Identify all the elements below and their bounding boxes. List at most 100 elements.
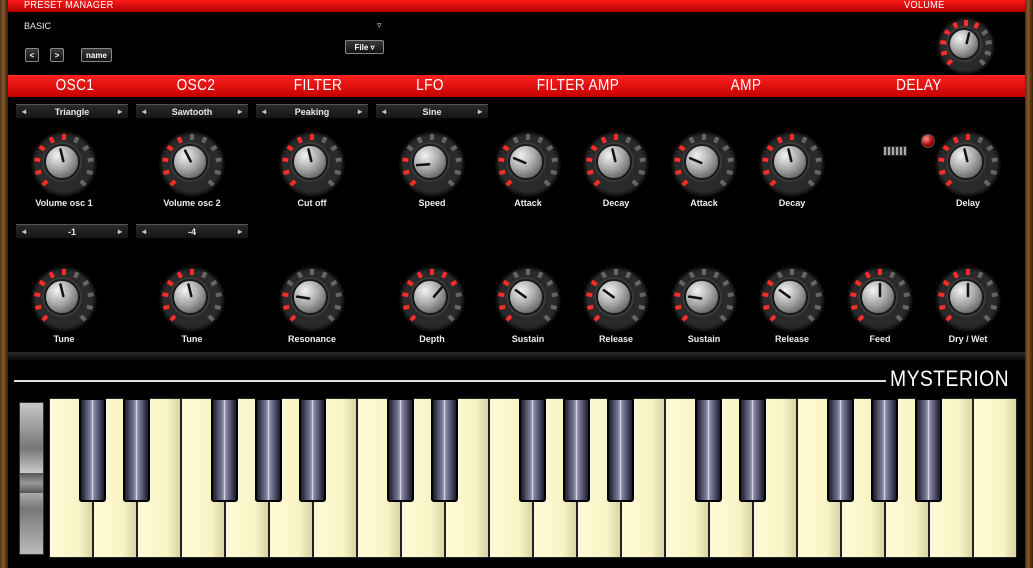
preset-name[interactable]: BASIC — [24, 21, 51, 31]
arrow-left-icon[interactable]: ◂ — [22, 227, 26, 236]
arrow-right-icon[interactable]: ▸ — [118, 227, 122, 236]
filter-release-knob[interactable] — [583, 266, 649, 332]
black-key[interactable] — [739, 398, 766, 502]
white-key[interactable] — [973, 398, 1017, 558]
volume-osc1-label: Volume osc 1 — [35, 198, 93, 208]
black-key[interactable] — [79, 398, 106, 502]
amp-release-knob[interactable] — [759, 266, 825, 332]
amp-attack-knob[interactable] — [671, 131, 737, 197]
black-key[interactable] — [871, 398, 898, 502]
delay-time-knob[interactable] — [935, 131, 1001, 197]
delay-led-indicator[interactable] — [921, 134, 935, 148]
filter-type-selector[interactable]: ◂ Peaking ▸ — [256, 104, 368, 118]
file-menu-button[interactable]: File ▿ — [345, 40, 384, 54]
knob-pointer — [183, 149, 192, 163]
lfo-depth-knob[interactable] — [399, 266, 465, 332]
section-osc2: OSC2 — [176, 77, 216, 94]
arrow-left-icon[interactable]: ◂ — [142, 227, 146, 236]
filter-type-value: Peaking — [294, 106, 330, 117]
knob-pointer-line — [778, 288, 791, 299]
osc2-tune-label: Tune — [181, 334, 203, 344]
lfo-speed-knob[interactable] — [399, 131, 465, 197]
resonance-label: Resonance — [287, 334, 337, 344]
volume-osc1-knob[interactable] — [31, 131, 97, 197]
osc1-tune-label: Tune — [53, 334, 75, 344]
pitch-wheel-grip[interactable] — [20, 473, 43, 493]
knob-pointer — [295, 295, 311, 300]
lfo-depth-label: Depth — [419, 334, 445, 344]
osc2-wave-value: Sawtooth — [171, 106, 213, 117]
amp-sustain-label: Sustain — [687, 334, 721, 344]
black-key[interactable] — [387, 398, 414, 502]
filter-sustain-knob[interactable] — [495, 266, 561, 332]
black-key[interactable] — [915, 398, 942, 502]
black-key[interactable] — [827, 398, 854, 502]
arrow-left-icon[interactable]: ◂ — [142, 107, 146, 116]
arrow-right-icon[interactable]: ▸ — [118, 107, 122, 116]
black-key[interactable] — [695, 398, 722, 502]
filter-attack-knob[interactable] — [495, 131, 561, 197]
arrow-right-icon[interactable]: ▸ — [238, 227, 242, 236]
next-preset-button[interactable]: > — [50, 48, 64, 62]
black-key[interactable] — [123, 398, 150, 502]
delay-sync-switch[interactable] — [883, 146, 907, 156]
piano-keyboard — [49, 398, 1024, 558]
black-key[interactable] — [299, 398, 326, 502]
delay-dry-wet-label: Dry / Wet — [948, 334, 988, 344]
knob-pointer-line — [687, 295, 703, 300]
brand-logo: MYSTERION — [890, 366, 1010, 391]
arrow-right-icon[interactable]: ▸ — [478, 107, 482, 116]
knob-pointer-line — [611, 148, 617, 163]
lfo-wave-selector[interactable]: ◂ Sine ▸ — [376, 104, 488, 118]
prev-preset-button[interactable]: < — [25, 48, 39, 62]
filter-decay-knob[interactable] — [583, 131, 649, 197]
brand-line — [14, 380, 886, 382]
arrow-left-icon[interactable]: ◂ — [382, 107, 386, 116]
knob-pointer-line — [514, 288, 527, 299]
knob-pointer-line — [965, 32, 971, 45]
black-key[interactable] — [211, 398, 238, 502]
osc1-tune-value: -1 — [67, 226, 76, 237]
black-key[interactable] — [255, 398, 282, 502]
master-volume-knob[interactable] — [937, 17, 995, 75]
knob-pointer-line — [787, 148, 793, 163]
volume-title: VOLUME — [904, 0, 945, 11]
delay-feed-knob[interactable] — [847, 266, 913, 332]
knob-pointer — [59, 283, 65, 298]
black-key[interactable] — [519, 398, 546, 502]
knob-pointer-line — [602, 288, 615, 299]
arrow-right-icon[interactable]: ▸ — [238, 107, 242, 116]
amp-sustain-knob[interactable] — [671, 266, 737, 332]
osc1-tune-knob[interactable] — [31, 266, 97, 332]
delay-dry-wet-knob[interactable] — [935, 266, 1001, 332]
osc1-wave-selector[interactable]: ◂ Triangle ▸ — [16, 104, 128, 118]
resonance-knob[interactable] — [279, 266, 345, 332]
osc2-wave-selector[interactable]: ◂ Sawtooth ▸ — [136, 104, 248, 118]
black-key[interactable] — [431, 398, 458, 502]
black-key[interactable] — [607, 398, 634, 502]
osc2-tune-knob[interactable] — [159, 266, 225, 332]
knob-pointer — [512, 157, 527, 165]
name-preset-button[interactable]: name — [81, 48, 112, 62]
arrow-right-icon[interactable]: ▸ — [358, 107, 362, 116]
knob-pointer-line — [307, 148, 313, 163]
arrow-left-icon[interactable]: ◂ — [262, 107, 266, 116]
knob-pointer — [307, 148, 313, 163]
volume-osc2-knob[interactable] — [159, 131, 225, 197]
knob-pointer — [966, 282, 970, 298]
knob-pointer-line — [963, 148, 969, 163]
knob-pointer-line — [512, 157, 527, 165]
pitch-wheel[interactable] — [19, 402, 44, 555]
osc2-tune-selector[interactable]: ◂ -4 ▸ — [136, 224, 248, 238]
knob-pointer-line — [432, 286, 443, 298]
arrow-left-icon[interactable]: ◂ — [22, 107, 26, 116]
cutoff-knob[interactable] — [279, 131, 345, 197]
osc1-tune-selector[interactable]: ◂ -1 ▸ — [16, 224, 128, 238]
amp-decay-knob[interactable] — [759, 131, 825, 197]
section-filter-amp: FILTER AMP — [536, 77, 620, 94]
section-osc1: OSC1 — [55, 77, 95, 94]
preset-dropdown-icon[interactable]: ▿ — [377, 20, 382, 31]
black-key[interactable] — [563, 398, 590, 502]
preset-manager-title: PRESET MANAGER — [24, 0, 114, 11]
synth-panel: PRESET MANAGER VOLUME BASIC ▿ < > name F… — [8, 0, 1025, 568]
